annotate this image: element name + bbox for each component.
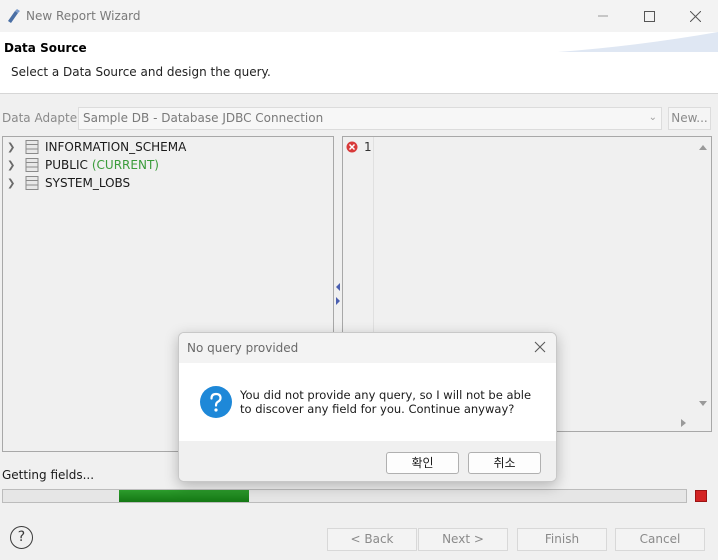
data-adapter-label: Data Adapter	[2, 111, 83, 125]
dialog-title: No query provided	[187, 341, 299, 355]
maximize-button[interactable]	[626, 0, 672, 32]
current-schema-tag: (CURRENT)	[91, 158, 159, 172]
editor-vertical-scrollbar[interactable]	[695, 137, 711, 415]
dialog-title-bar: No query provided	[179, 333, 556, 363]
no-query-dialog: No query provided You did not provide an…	[178, 332, 557, 482]
dialog-footer: 확인 취소	[179, 441, 556, 481]
chevron-right-icon[interactable]: ❯	[7, 142, 21, 153]
ok-button[interactable]: 확인	[386, 452, 459, 474]
database-icon	[25, 176, 39, 190]
wizard-banner: Data Source Select a Data Source and des…	[0, 32, 718, 94]
status-text: Getting fields...	[2, 468, 95, 482]
tree-item[interactable]: ❯ INFORMATION_SCHEMA	[3, 138, 186, 156]
minimize-button[interactable]	[580, 0, 626, 32]
cancel-button[interactable]: Cancel	[615, 528, 705, 551]
window-title: New Report Wizard	[26, 9, 141, 23]
database-icon	[25, 158, 39, 172]
help-icon: ?	[17, 529, 26, 545]
error-icon	[346, 141, 358, 153]
minimize-icon	[598, 15, 608, 17]
banner-decoration	[558, 32, 718, 52]
tree-item-label: INFORMATION_SCHEMA	[45, 140, 187, 154]
new-adapter-button[interactable]: New...	[668, 107, 711, 130]
finish-button[interactable]: Finish	[517, 528, 607, 551]
scroll-right-icon[interactable]	[681, 419, 687, 427]
maximize-icon	[643, 10, 655, 22]
close-button[interactable]	[672, 0, 718, 32]
chevron-right-icon[interactable]: ❯	[7, 178, 21, 189]
tree-item[interactable]: ❯ SYSTEM_LOBS	[3, 174, 130, 192]
close-icon[interactable]	[532, 339, 548, 355]
next-button[interactable]: Next >	[418, 528, 508, 551]
dialog-body: You did not provide any query, so I will…	[179, 363, 556, 441]
dialog-cancel-button[interactable]: 취소	[468, 452, 541, 474]
scroll-down-icon[interactable]	[699, 401, 707, 407]
data-adapter-select[interactable]: Sample DB - Database JDBC Connection ⌄	[78, 107, 662, 130]
stop-button[interactable]	[695, 490, 707, 502]
progress-bar	[2, 489, 687, 503]
page-title: Data Source	[4, 41, 87, 55]
back-button[interactable]: < Back	[327, 528, 417, 551]
question-icon	[200, 386, 232, 418]
line-number: 1	[364, 140, 372, 154]
tree-item[interactable]: ❯ PUBLIC (CURRENT)	[3, 156, 159, 174]
title-bar: New Report Wizard	[0, 0, 718, 32]
scroll-up-icon[interactable]	[699, 144, 707, 150]
page-description: Select a Data Source and design the quer…	[11, 65, 271, 79]
chevron-right-icon[interactable]: ❯	[7, 160, 21, 171]
database-icon	[25, 140, 39, 154]
splitter-handle[interactable]	[335, 282, 341, 308]
tree-item-label: PUBLIC	[45, 158, 88, 172]
data-adapter-value: Sample DB - Database JDBC Connection	[83, 111, 324, 125]
tree-item-label: SYSTEM_LOBS	[45, 176, 131, 190]
app-icon	[8, 9, 20, 23]
progress-fill	[119, 490, 249, 502]
close-icon	[689, 10, 701, 22]
help-button[interactable]: ?	[10, 526, 33, 549]
dialog-message: You did not provide any query, so I will…	[240, 388, 532, 416]
chevron-down-icon: ⌄	[648, 112, 657, 123]
